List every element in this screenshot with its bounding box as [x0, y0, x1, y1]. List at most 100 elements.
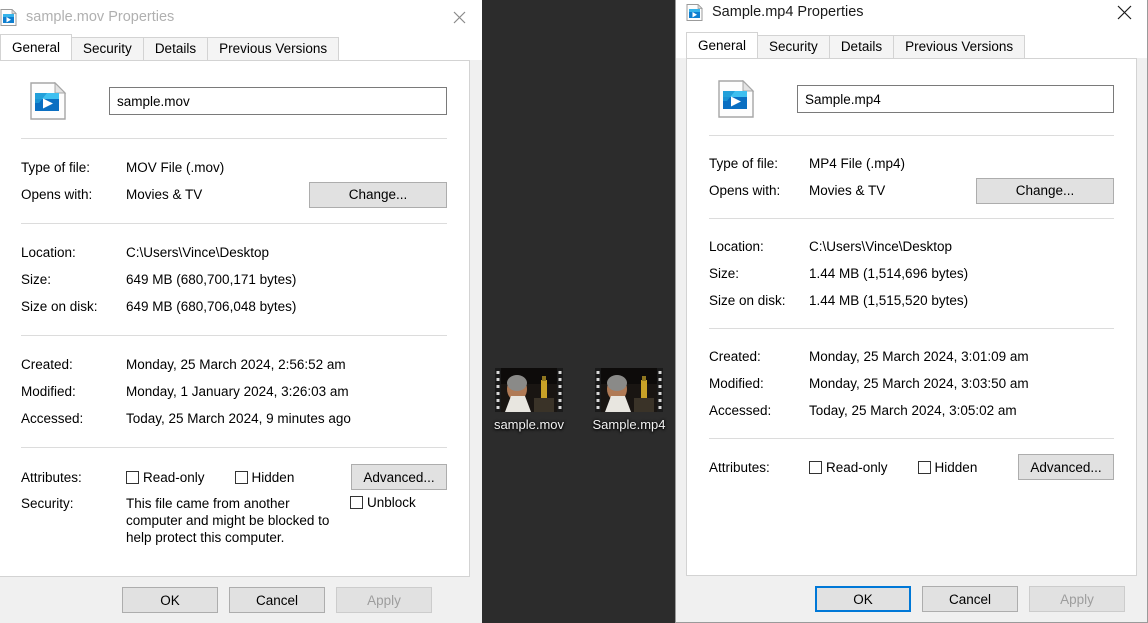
- video-file-icon: [686, 4, 703, 21]
- location-row: Location: C:\Users\Vince\Desktop: [709, 233, 1114, 260]
- tab-strip: General Security Details Previous Versio…: [0, 34, 482, 60]
- properties-window-sample-mov: sample.mov Properties General Security D…: [0, 0, 482, 623]
- change-button[interactable]: Change...: [976, 178, 1114, 204]
- close-icon[interactable]: [1101, 0, 1147, 32]
- created-value: Monday, 25 March 2024, 2:56:52 am: [126, 357, 447, 372]
- tab-general[interactable]: General: [0, 34, 72, 60]
- modified-label: Modified:: [21, 384, 126, 399]
- readonly-checkbox[interactable]: Read-only: [809, 460, 888, 475]
- opens-with-value: Movies & TV: [809, 183, 976, 198]
- desktop-icon-sample-mp4[interactable]: Sample.mp4: [584, 368, 674, 432]
- modified-label: Modified:: [709, 376, 809, 391]
- tab-general[interactable]: General: [686, 32, 758, 58]
- general-tab-panel: Type of file: MOV File (.mov) Opens with…: [0, 60, 470, 577]
- location-value: C:\Users\Vince\Desktop: [809, 239, 1114, 254]
- hidden-label: Hidden: [252, 470, 295, 485]
- size-label: Size:: [21, 272, 126, 287]
- readonly-checkbox[interactable]: Read-only: [126, 470, 205, 485]
- checkbox-box[interactable]: [918, 461, 931, 474]
- type-of-file-row: Type of file: MP4 File (.mp4): [709, 150, 1114, 177]
- modified-value: Monday, 1 January 2024, 3:26:03 am: [126, 384, 447, 399]
- tab-previous-versions[interactable]: Previous Versions: [893, 35, 1025, 58]
- created-value: Monday, 25 March 2024, 3:01:09 am: [809, 349, 1114, 364]
- size-row: Size: 1.44 MB (1,514,696 bytes): [709, 260, 1114, 287]
- tab-security[interactable]: Security: [757, 35, 830, 58]
- video-thumbnail-icon[interactable]: [495, 368, 563, 412]
- opens-with-label: Opens with:: [709, 183, 809, 198]
- checkbox-box[interactable]: [809, 461, 822, 474]
- apply-button: Apply: [1029, 586, 1125, 612]
- size-on-disk-row: Size on disk: 1.44 MB (1,515,520 bytes): [709, 287, 1114, 314]
- security-row: Security: This file came from another co…: [21, 495, 447, 546]
- checkbox-box[interactable]: [126, 471, 139, 484]
- size-label: Size:: [709, 266, 809, 281]
- desktop-icon-sample-mov[interactable]: sample.mov: [484, 368, 574, 432]
- accessed-row: Accessed: Today, 25 March 2024, 3:05:02 …: [709, 397, 1114, 424]
- created-label: Created:: [21, 357, 126, 372]
- created-row: Created: Monday, 25 March 2024, 2:56:52 …: [21, 351, 447, 378]
- dialog-footer: OK Cancel Apply: [0, 577, 482, 623]
- hidden-label: Hidden: [935, 460, 978, 475]
- type-of-file-label: Type of file:: [709, 156, 809, 171]
- unblock-checkbox[interactable]: Unblock: [350, 495, 416, 510]
- checkbox-box[interactable]: [235, 471, 248, 484]
- divider: [709, 328, 1114, 329]
- divider: [709, 135, 1114, 136]
- video-file-icon: [29, 82, 67, 120]
- divider: [21, 447, 447, 448]
- tab-strip: General Security Details Previous Versio…: [676, 32, 1147, 58]
- location-label: Location:: [21, 245, 126, 260]
- tab-security[interactable]: Security: [71, 37, 144, 60]
- divider: [709, 218, 1114, 219]
- window-title: sample.mov Properties: [26, 9, 174, 25]
- advanced-button[interactable]: Advanced...: [351, 464, 447, 490]
- accessed-label: Accessed:: [709, 403, 809, 418]
- change-button[interactable]: Change...: [309, 182, 447, 208]
- divider: [21, 223, 447, 224]
- modified-row: Modified: Monday, 1 January 2024, 3:26:0…: [21, 378, 447, 405]
- video-thumbnail-icon[interactable]: [595, 368, 663, 412]
- attributes-label: Attributes:: [21, 470, 126, 485]
- size-on-disk-value: 649 MB (680,706,048 bytes): [126, 299, 447, 314]
- attributes-row: Attributes: Read-only Hidden Advanced...: [709, 453, 1114, 481]
- tab-previous-versions[interactable]: Previous Versions: [207, 37, 339, 60]
- titlebar: Sample.mp4 Properties: [676, 0, 1147, 32]
- readonly-label: Read-only: [826, 460, 888, 475]
- type-of-file-row: Type of file: MOV File (.mov): [21, 154, 447, 181]
- size-row: Size: 649 MB (680,700,171 bytes): [21, 266, 447, 293]
- hidden-checkbox[interactable]: Hidden: [235, 470, 295, 485]
- size-on-disk-row: Size on disk: 649 MB (680,706,048 bytes): [21, 293, 447, 320]
- general-tab-panel: Type of file: MP4 File (.mp4) Opens with…: [686, 58, 1137, 576]
- size-on-disk-label: Size on disk:: [709, 293, 809, 308]
- size-value: 649 MB (680,700,171 bytes): [126, 272, 447, 287]
- divider: [21, 335, 447, 336]
- opens-with-row: Opens with: Movies & TV Change...: [709, 177, 1114, 204]
- security-label: Security:: [21, 495, 126, 511]
- file-name-input[interactable]: [109, 87, 447, 115]
- ok-button[interactable]: OK: [122, 587, 218, 613]
- ok-button[interactable]: OK: [815, 586, 911, 612]
- desktop-icon-label: sample.mov: [484, 417, 574, 432]
- divider: [21, 138, 447, 139]
- modified-row: Modified: Monday, 25 March 2024, 3:03:50…: [709, 370, 1114, 397]
- cancel-button[interactable]: Cancel: [922, 586, 1018, 612]
- readonly-label: Read-only: [143, 470, 205, 485]
- apply-button: Apply: [336, 587, 432, 613]
- hidden-checkbox[interactable]: Hidden: [918, 460, 978, 475]
- size-value: 1.44 MB (1,514,696 bytes): [809, 266, 1114, 281]
- type-of-file-label: Type of file:: [21, 160, 126, 175]
- type-of-file-value: MP4 File (.mp4): [809, 156, 1114, 171]
- tab-details[interactable]: Details: [829, 35, 894, 58]
- modified-value: Monday, 25 March 2024, 3:03:50 am: [809, 376, 1114, 391]
- advanced-button[interactable]: Advanced...: [1018, 454, 1114, 480]
- desktop-icon-group: sample.mov: [484, 368, 674, 432]
- file-name-input[interactable]: [797, 85, 1114, 113]
- security-message: This file came from another computer and…: [126, 495, 344, 546]
- location-label: Location:: [709, 239, 809, 254]
- divider: [709, 438, 1114, 439]
- close-icon[interactable]: [436, 0, 482, 34]
- attributes-label: Attributes:: [709, 460, 809, 475]
- checkbox-box[interactable]: [350, 496, 363, 509]
- cancel-button[interactable]: Cancel: [229, 587, 325, 613]
- tab-details[interactable]: Details: [143, 37, 208, 60]
